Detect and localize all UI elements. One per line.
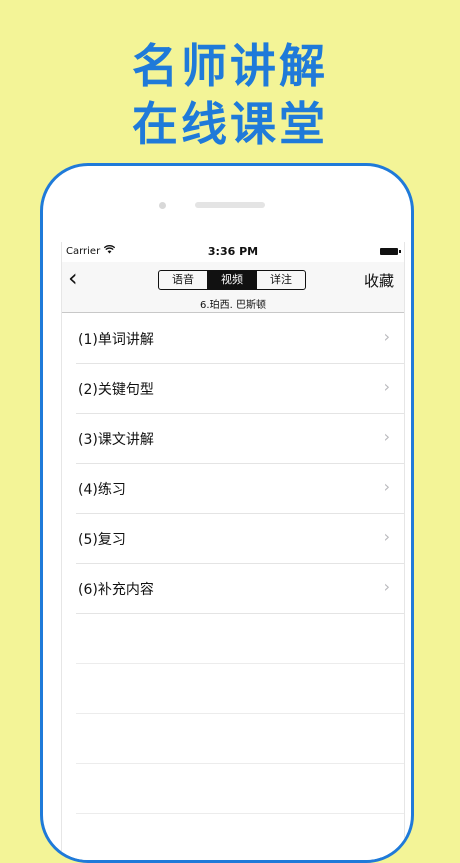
- promo-headline-1: 名师讲解: [132, 39, 328, 93]
- list-item[interactable]: (3)课文讲解 ›: [76, 414, 404, 464]
- chevron-right-icon: ›: [383, 327, 390, 346]
- empty-row: [76, 764, 404, 814]
- app-screen: Carrier 3:36 PM ‹ 语音 视频 详注 收藏 6.珀西. 巴斯顿 …: [61, 242, 405, 860]
- status-time: 3:36 PM: [207, 245, 259, 258]
- chevron-right-icon: ›: [383, 477, 390, 496]
- phone-frame: Carrier 3:36 PM ‹ 语音 视频 详注 收藏 6.珀西. 巴斯顿 …: [40, 163, 414, 863]
- nav-bar: ‹ 语音 视频 详注 收藏 6.珀西. 巴斯顿: [62, 262, 404, 313]
- empty-row: [76, 714, 404, 764]
- empty-row: [76, 614, 404, 664]
- front-camera: [159, 202, 166, 209]
- list-item[interactable]: (2)关键句型 ›: [76, 364, 404, 414]
- chevron-right-icon: ›: [383, 527, 390, 546]
- list-item-label: (6)补充内容: [78, 582, 154, 598]
- chevron-right-icon: ›: [383, 427, 390, 446]
- promo-headline-2: 在线课堂: [132, 97, 328, 151]
- list-item[interactable]: (5)复习 ›: [76, 514, 404, 564]
- list-item-label: (5)复习: [78, 532, 126, 548]
- status-bar: Carrier 3:36 PM: [62, 242, 404, 262]
- battery-icon: [380, 248, 401, 255]
- list-item[interactable]: (6)补充内容 ›: [76, 564, 404, 614]
- tab-audio[interactable]: 语音: [159, 271, 208, 289]
- list-item[interactable]: (1)单词讲解 ›: [76, 314, 404, 364]
- lesson-title: 6.珀西. 巴斯顿: [200, 300, 266, 311]
- back-chevron-icon[interactable]: ‹: [68, 264, 78, 292]
- tab-notes[interactable]: 详注: [257, 271, 305, 289]
- lesson-list: (1)单词讲解 › (2)关键句型 › (3)课文讲解 › (4)练习 › (5…: [62, 314, 404, 814]
- list-item-label: (4)练习: [78, 482, 126, 498]
- list-item-label: (1)单词讲解: [78, 332, 154, 348]
- chevron-right-icon: ›: [383, 577, 390, 596]
- earpiece-speaker: [195, 202, 265, 208]
- list-item-label: (2)关键句型: [78, 382, 154, 398]
- favorite-button[interactable]: 收藏: [364, 270, 394, 291]
- chevron-right-icon: ›: [383, 377, 390, 396]
- segmented-control: 语音 视频 详注: [158, 270, 306, 290]
- list-item[interactable]: (4)练习 ›: [76, 464, 404, 514]
- tab-video[interactable]: 视频: [208, 271, 257, 289]
- empty-row: [76, 664, 404, 714]
- list-item-label: (3)课文讲解: [78, 432, 154, 448]
